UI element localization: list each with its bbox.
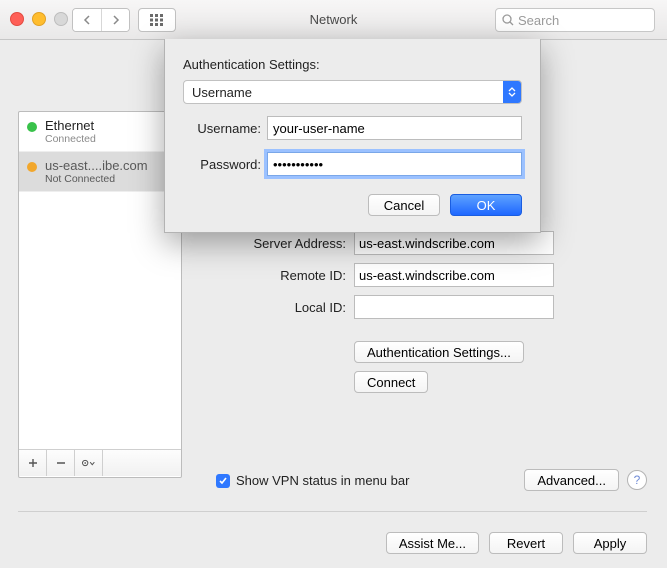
forward-button[interactable] xyxy=(101,9,129,31)
status-dot-icon xyxy=(27,122,37,132)
vpn-status-checkbox-row: Show VPN status in menu bar xyxy=(216,473,409,488)
back-button[interactable] xyxy=(73,9,101,31)
interface-status: Connected xyxy=(45,133,96,145)
search-icon xyxy=(502,14,514,26)
username-input[interactable] xyxy=(267,116,522,140)
password-input[interactable] xyxy=(267,152,522,176)
cancel-button[interactable]: Cancel xyxy=(368,194,440,216)
connect-button[interactable]: Connect xyxy=(354,371,428,393)
separator xyxy=(18,511,647,512)
interface-row-ethernet[interactable]: Ethernet Connected xyxy=(19,112,181,152)
password-label: Password: xyxy=(183,157,267,172)
minus-icon xyxy=(56,458,66,468)
back-forward-segment xyxy=(72,8,130,32)
window-controls xyxy=(10,12,68,26)
local-id-row: Local ID: xyxy=(196,295,647,319)
assist-me-button[interactable]: Assist Me... xyxy=(386,532,479,554)
status-dot-icon xyxy=(27,162,37,172)
remote-id-input[interactable] xyxy=(354,263,554,287)
interface-name: Ethernet xyxy=(45,118,96,133)
interface-action-menu[interactable] xyxy=(75,450,103,476)
authentication-settings-sheet: Authentication Settings: Username Userna… xyxy=(164,39,541,233)
server-address-row: Server Address: xyxy=(196,231,647,255)
authentication-settings-button[interactable]: Authentication Settings... xyxy=(354,341,524,363)
close-window-button[interactable] xyxy=(10,12,24,26)
sheet-button-row: Cancel OK xyxy=(183,194,522,216)
search-placeholder: Search xyxy=(518,13,559,28)
advanced-row: Advanced... ? xyxy=(524,469,647,491)
remote-id-row: Remote ID: xyxy=(196,263,647,287)
connection-buttons: Authentication Settings... Connect xyxy=(354,341,647,393)
window-title: Network xyxy=(310,12,358,27)
gear-dropdown-icon xyxy=(81,457,96,469)
search-field[interactable]: Search xyxy=(495,8,655,32)
remote-id-label: Remote ID: xyxy=(196,268,354,283)
ok-button[interactable]: OK xyxy=(450,194,522,216)
sheet-title: Authentication Settings: xyxy=(183,57,522,72)
remove-interface-button[interactable] xyxy=(47,450,75,476)
chevron-right-icon xyxy=(112,15,120,25)
chevron-left-icon xyxy=(83,15,91,25)
add-interface-button[interactable] xyxy=(19,450,47,476)
username-label: Username: xyxy=(183,121,267,136)
password-row: Password: xyxy=(183,152,522,176)
checkmark-icon xyxy=(218,476,228,486)
advanced-button[interactable]: Advanced... xyxy=(524,469,619,491)
interface-name: us-east....ibe.com xyxy=(45,158,148,173)
apply-button[interactable]: Apply xyxy=(573,532,647,554)
grid-icon xyxy=(150,14,164,26)
revert-button[interactable]: Revert xyxy=(489,532,563,554)
local-id-input[interactable] xyxy=(354,295,554,319)
dropdown-arrows-icon xyxy=(503,81,521,103)
plus-icon xyxy=(28,458,38,468)
interface-status: Not Connected xyxy=(45,173,148,185)
interface-list-pane: Ethernet Connected us-east....ibe.com No… xyxy=(18,111,182,478)
nav-toolbar xyxy=(72,8,176,32)
minimize-window-button[interactable] xyxy=(32,12,46,26)
auth-method-dropdown[interactable]: Username xyxy=(183,80,522,104)
zoom-window-button[interactable] xyxy=(54,12,68,26)
interface-row-vpn[interactable]: us-east....ibe.com Not Connected xyxy=(19,152,181,192)
vpn-status-label: Show VPN status in menu bar xyxy=(236,473,409,488)
interface-list: Ethernet Connected us-east....ibe.com No… xyxy=(19,112,181,449)
server-address-input[interactable] xyxy=(354,231,554,255)
help-button[interactable]: ? xyxy=(627,470,647,490)
window: { "window": { "title": "Network" }, "sea… xyxy=(0,0,667,568)
server-address-label: Server Address: xyxy=(196,236,354,251)
titlebar: Network Search xyxy=(0,0,667,40)
show-all-button[interactable] xyxy=(138,8,176,32)
vpn-status-checkbox[interactable] xyxy=(216,474,230,488)
local-id-label: Local ID: xyxy=(196,300,354,315)
bottom-button-bar: Assist Me... Revert Apply xyxy=(386,532,647,554)
username-row: Username: xyxy=(183,116,522,140)
auth-method-selected: Username xyxy=(184,85,503,100)
interface-list-toolbar xyxy=(19,449,181,476)
